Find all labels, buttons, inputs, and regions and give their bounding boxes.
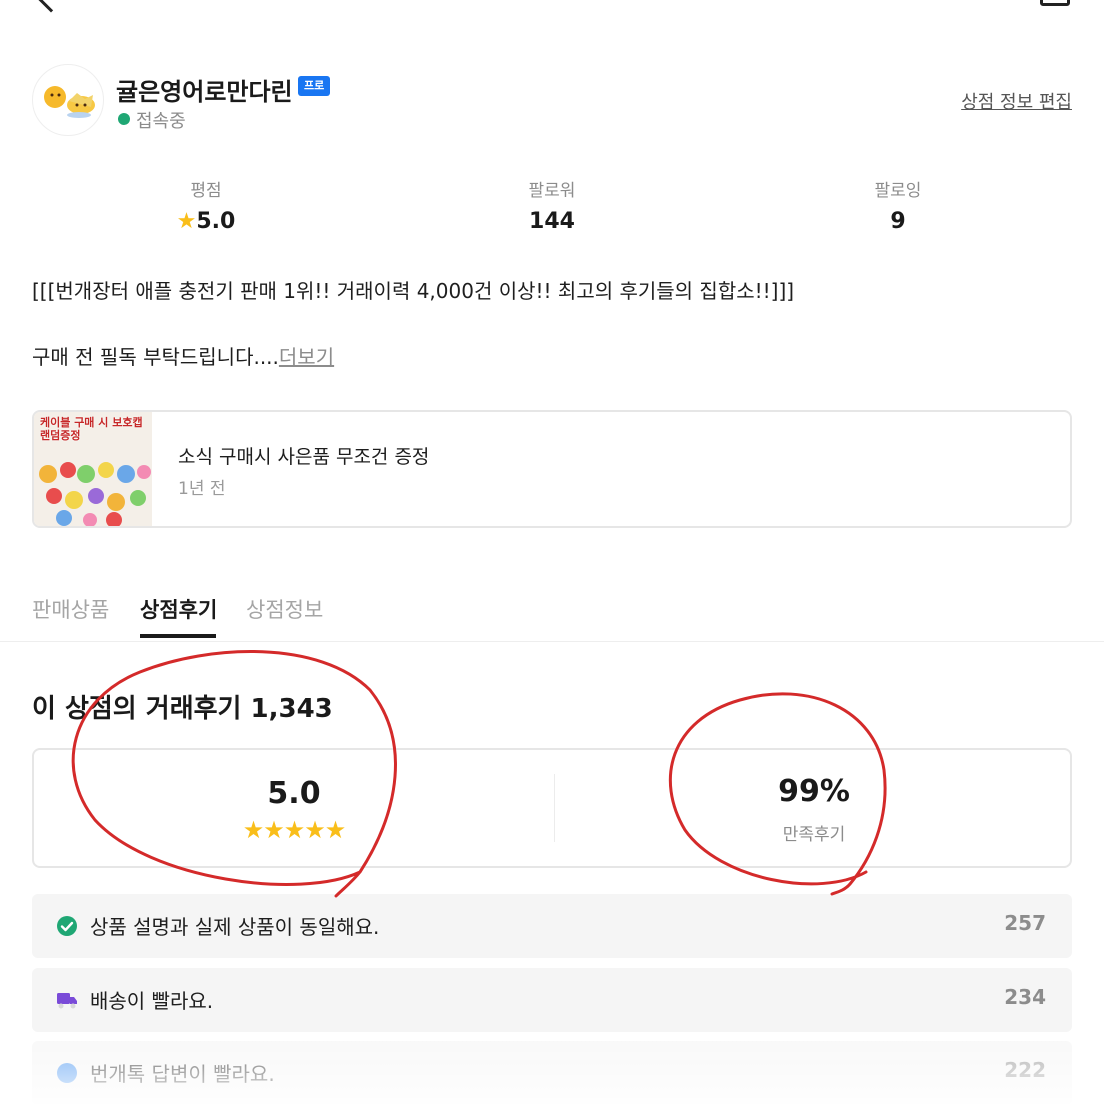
review-row-count: 257 [1004, 911, 1046, 935]
news-card[interactable]: 케이블 구매 시 보호캡 랜덤증정 소식 구매시 사은품 무조건 증정 1년 전 [32, 410, 1072, 528]
delivery-truck-icon [57, 993, 77, 1009]
stat-following-value: 9 [890, 209, 906, 234]
more-link[interactable]: 더보기 [279, 345, 334, 369]
shop-intro-line2: 구매 전 필독 부탁드립니다....더보기 [32, 345, 335, 369]
shop-stats: 평점 ★5.0 팔로워 144 팔로잉 9 [32, 176, 1072, 240]
stat-followers[interactable]: 팔로워 144 [452, 176, 652, 234]
average-rating: 5.0 [267, 776, 321, 811]
online-status: 접속중 [136, 111, 186, 132]
star-icon: ★ [263, 816, 284, 844]
news-time: 1년 전 [178, 479, 226, 499]
online-status-icon [118, 113, 130, 125]
stat-following[interactable]: 팔로잉 9 [798, 176, 998, 234]
review-row-text: 번개톡 답변이 빨라요. [90, 1062, 275, 1086]
review-row: 번개톡 답변이 빨라요. 222 [32, 1041, 1072, 1104]
tab-products[interactable]: 판매상품 [32, 594, 109, 624]
rating-stars: ★★★★★ [34, 816, 554, 844]
review-row-text: 상품 설명과 실제 상품이 동일해요. [90, 915, 380, 939]
stat-followers-value: 144 [529, 209, 575, 234]
review-summary: 5.0 ★★★★★ 99% 만족후기 [32, 748, 1072, 868]
news-title: 소식 구매시 사은품 무조건 증정 [178, 446, 430, 468]
stat-rating-value: ★5.0 [176, 209, 236, 234]
star-icon: ★ [324, 816, 346, 844]
review-row-count: 222 [1004, 1058, 1046, 1082]
satisfaction-label: 만족후기 [782, 825, 846, 845]
square-icon[interactable] [1040, 0, 1070, 6]
stat-following-label: 팔로잉 [874, 181, 922, 201]
satisfaction-percent: 99% [778, 774, 850, 809]
review-row-count: 234 [1004, 985, 1046, 1009]
tab-shop-info[interactable]: 상점정보 [246, 594, 323, 624]
star-icon: ★ [304, 816, 325, 844]
avatar[interactable] [32, 64, 104, 136]
shop-profile: 귤은영어로만다린 프로 접속중 상점 정보 편집 [32, 64, 1072, 136]
review-row: 배송이 빨라요. 234 [32, 968, 1072, 1032]
pro-badge: 프로 [298, 76, 331, 96]
reviews-title: 이 상점의 거래후기 1,343 [32, 694, 333, 724]
shop-intro-line1: [[[번개장터 애플 충전기 판매 1위!! 거래이력 4,000건 이상!! … [32, 279, 795, 303]
star-icon: ★ [283, 816, 305, 844]
active-tab-indicator [140, 634, 216, 638]
top-bar [0, 0, 1104, 20]
news-thumbnail: 케이블 구매 시 보호캡 랜덤증정 [34, 412, 152, 526]
stat-followers-label: 팔로워 [528, 181, 576, 201]
news-thumbnail-caption: 케이블 구매 시 보호캡 랜덤증정 [40, 416, 143, 442]
star-icon: ★ [242, 816, 264, 844]
chat-bubble-icon [57, 1063, 77, 1083]
edit-shop-info-link[interactable]: 상점 정보 편집 [961, 88, 1072, 114]
review-row: 상품 설명과 실제 상품이 동일해요. 257 [32, 894, 1072, 958]
stat-rating-label: 평점 [190, 181, 222, 201]
shop-name: 귤은영어로만다린 [116, 78, 293, 106]
tab-reviews[interactable]: 상점후기 [140, 594, 217, 624]
check-circle-icon [57, 916, 77, 936]
stat-rating: 평점 ★5.0 [106, 176, 306, 234]
star-icon: ★ [176, 209, 197, 234]
back-arrow-icon[interactable] [35, 0, 67, 13]
review-row-text: 배송이 빨라요. [90, 989, 214, 1013]
